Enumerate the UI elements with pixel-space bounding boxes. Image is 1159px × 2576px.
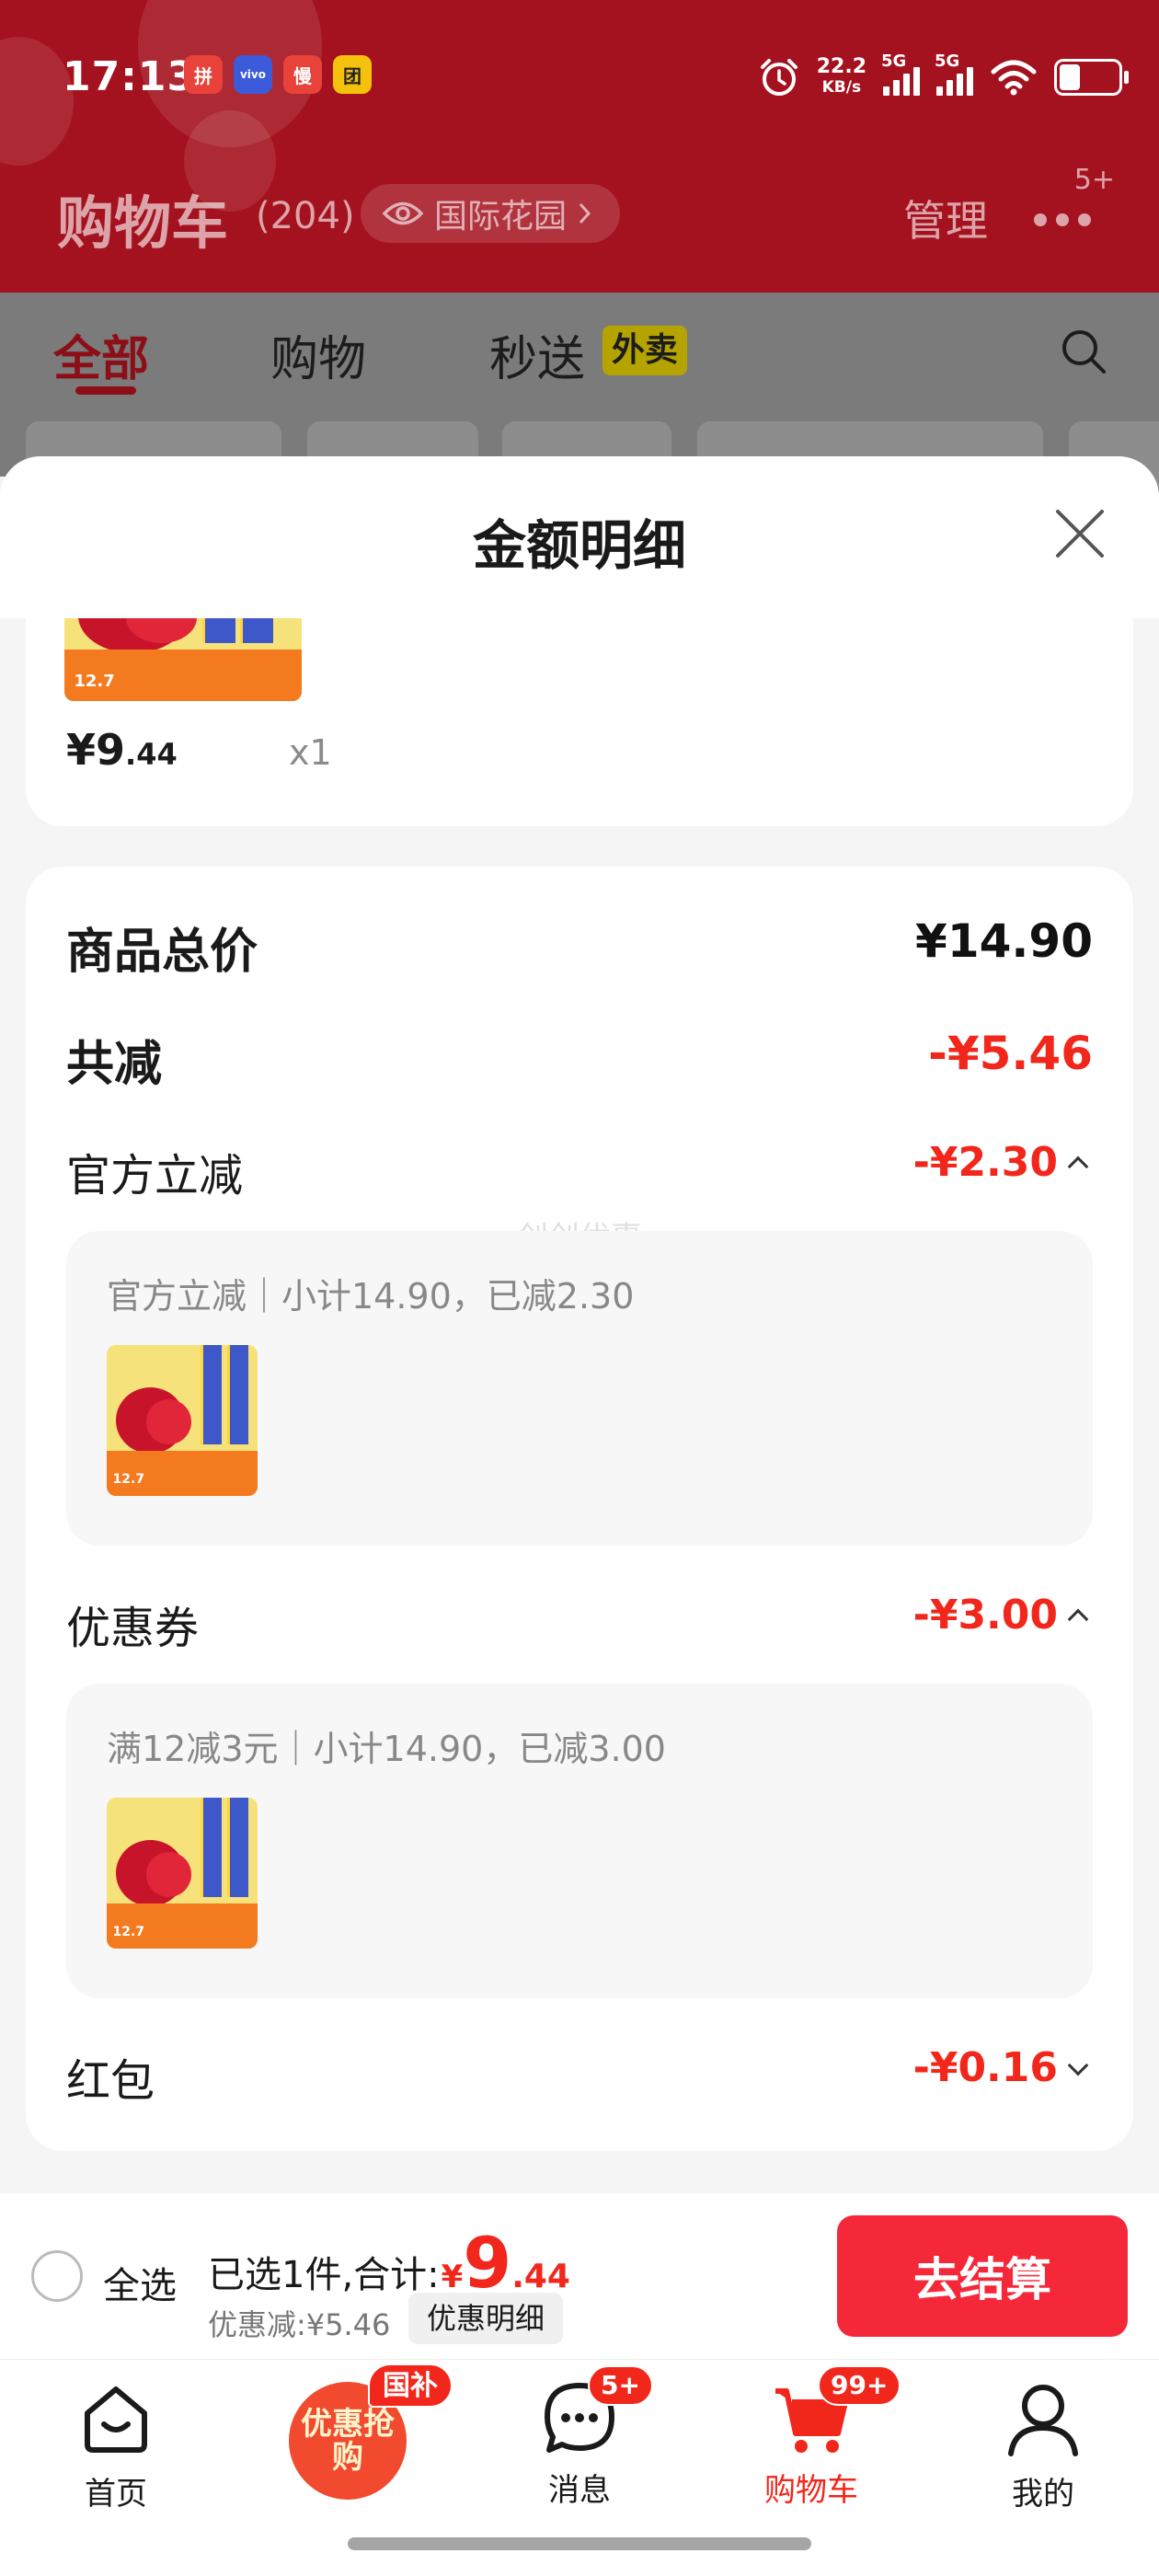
coupon-detail-text: 满12减3元｜小计14.90，已减3.00	[107, 1729, 666, 1769]
nav-cart[interactable]: 99+ 购物车	[719, 2365, 903, 2510]
search-icon[interactable]	[1060, 328, 1107, 375]
currency-symbol: ¥	[441, 2259, 464, 2295]
product-thumbnail[interactable]: 12.7	[107, 1798, 258, 1949]
order-summary: 已选1件,合计: ¥ 9 .44	[208, 2228, 570, 2298]
redpacket-label: 红包	[66, 2055, 155, 2107]
tabs-area: 全部 购物 秒送 外卖	[0, 293, 1159, 495]
alarm-icon	[760, 59, 798, 96]
official-detail-text: 官方立减｜小计14.90，已减2.30	[107, 1276, 635, 1317]
pinduoduo-icon: 拼	[184, 55, 223, 94]
reduce-label: 共减	[66, 1037, 163, 1092]
nav-cart-label: 购物车	[764, 2472, 858, 2509]
redpacket-toggle[interactable]: -¥0.16	[912, 2044, 1089, 2091]
page-title: 购物车	[57, 190, 229, 257]
official-discount-label: 官方立减	[66, 1150, 244, 1202]
signal-icon: 5G	[881, 52, 920, 96]
product-card: 12.7 ¥9.44 x1	[26, 618, 1133, 826]
select-all-label[interactable]: 全选	[103, 2256, 177, 2309]
promo-badge: 国补	[368, 2363, 453, 2408]
nav-home-label: 首页	[85, 2476, 147, 2513]
official-discount-value: -¥2.30	[912, 1139, 1058, 1186]
sheet-header: 金额明细	[0, 456, 1159, 618]
total-decimal: .44	[511, 2258, 570, 2295]
title-bar: 购物车 (204) 国际花园 管理 5+	[0, 164, 1159, 267]
net-speed: 22.2 KB/s	[816, 55, 866, 98]
status-bar: 17:13 拼 vivo 慢 团 22.2 KB/s 5G 5G	[0, 37, 1159, 120]
vivo-icon: vivo	[234, 55, 272, 94]
select-all-checkbox[interactable]	[31, 2250, 83, 2302]
nav-home[interactable]: 首页	[24, 2376, 208, 2513]
nav-messages[interactable]: 5+ 消息	[488, 2365, 671, 2510]
status-time: 17:13	[63, 53, 197, 100]
cart-count: (204)	[256, 195, 355, 237]
app-slow-icon: 慢	[283, 55, 322, 94]
more-badge: 5+	[1073, 164, 1115, 196]
home-indicator[interactable]	[348, 2537, 811, 2550]
coupon-value: -¥3.00	[912, 1592, 1058, 1639]
tab-shopping[interactable]: 购物	[270, 320, 366, 389]
product-image[interactable]: 12.7	[64, 618, 302, 701]
reduce-value: -¥5.46	[928, 1027, 1093, 1080]
total-integer: 9	[463, 2222, 512, 2304]
meituan-icon: 团	[333, 55, 372, 94]
eye-icon	[383, 201, 423, 225]
chevron-up-icon	[1067, 1156, 1089, 1177]
redpacket-value: -¥0.16	[912, 2044, 1058, 2091]
official-discount-toggle[interactable]: -¥2.30	[912, 1139, 1089, 1186]
close-icon[interactable]	[1050, 504, 1109, 563]
signal-icon: 5G	[935, 52, 973, 96]
checkout-bar: 全选 已选1件,合计: ¥ 9 .44 优惠减:¥5.46 优惠明细 去结算	[0, 2193, 1159, 2359]
nav-mine-label: 我的	[1012, 2476, 1074, 2513]
location-label: 国际花园	[434, 198, 568, 236]
selected-count: 已选1件,合计:	[208, 2254, 440, 2296]
home-icon	[85, 2386, 147, 2453]
discount-detail-button[interactable]: 优惠明细	[408, 2293, 564, 2344]
nav-mine[interactable]: 我的	[951, 2376, 1135, 2513]
saved-amount: 优惠减:¥5.46	[208, 2307, 391, 2342]
coupon-label: 优惠券	[66, 1603, 200, 1654]
wifi-icon	[991, 60, 1037, 96]
item-price: ¥9.44	[66, 725, 178, 775]
user-icon	[1008, 2385, 1078, 2456]
product-thumbnail[interactable]: 12.7	[107, 1345, 258, 1496]
cart-icon-wrap: 99+	[770, 2365, 901, 2459]
sheet-title: 金额明细	[472, 514, 686, 577]
price-breakdown-card: 商品总价 ¥14.90 共减 -¥5.46 官方立减 -¥2.30 创创优惠 官…	[26, 867, 1133, 2151]
nav-messages-label: 消息	[548, 2472, 611, 2509]
chevron-down-icon	[1067, 2054, 1089, 2076]
total-value: ¥14.90	[915, 914, 1093, 968]
battery-icon	[1054, 59, 1129, 96]
tab-underline	[75, 386, 136, 395]
messages-badge: 5+	[588, 2365, 653, 2406]
coupon-detail: 满12减3元｜小计14.90，已减3.00 12.7	[66, 1684, 1093, 1998]
amount-detail-sheet: 金额明细 12.7 ¥9.44 x1 商品总价 ¥14.90 共减 -¥5.46…	[0, 456, 1159, 2193]
total-label: 商品总价	[66, 925, 258, 980]
official-discount-detail: 官方立减｜小计14.90，已减2.30 12.7	[66, 1231, 1093, 1546]
waimai-badge: 外卖	[602, 326, 688, 375]
tab-express[interactable]: 秒送	[489, 320, 585, 389]
chevron-up-icon	[1067, 1608, 1089, 1629]
more-icon[interactable]	[1028, 195, 1093, 241]
cart-header: 17:13 拼 vivo 慢 团 22.2 KB/s 5G 5G 购物车 (20…	[0, 0, 1159, 293]
checkout-button[interactable]: 去结算	[837, 2215, 1128, 2337]
coupon-toggle[interactable]: -¥3.00	[912, 1592, 1089, 1639]
tab-all[interactable]: 全部	[53, 320, 149, 389]
messages-icon-wrap: 5+	[538, 2365, 653, 2459]
manage-button[interactable]: 管理	[903, 188, 988, 248]
status-indicators: 22.2 KB/s 5G 5G	[758, 50, 1129, 105]
item-quantity: x1	[289, 732, 332, 773]
chevron-right-icon	[579, 202, 591, 224]
cart-badge: 99+	[818, 2365, 901, 2406]
location-chip[interactable]: 国际花园	[361, 184, 621, 243]
